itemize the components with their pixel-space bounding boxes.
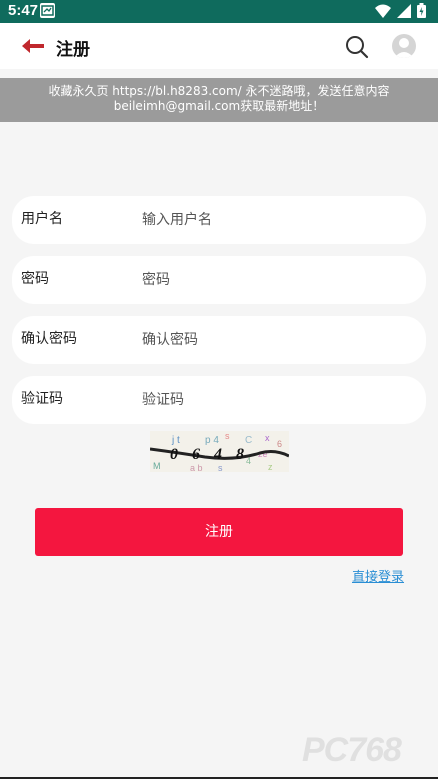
password-label: 密码	[21, 271, 49, 287]
login-link[interactable]: 直接登录	[352, 566, 404, 585]
svg-text:a b: a b	[190, 463, 203, 472]
app-notification-icon	[40, 3, 55, 18]
password-field: 密码	[12, 256, 426, 304]
watermark-logo: PC768	[302, 731, 402, 769]
app-bar: 注册	[0, 23, 438, 69]
search-icon[interactable]	[345, 35, 369, 59]
confirm-password-field: 确认密码	[12, 316, 426, 364]
svg-text:x: x	[265, 433, 270, 443]
svg-text:z: z	[268, 462, 273, 472]
svg-text:6: 6	[277, 439, 282, 449]
password-input[interactable]	[142, 268, 402, 292]
status-icons	[375, 3, 426, 18]
back-arrow-icon[interactable]	[20, 35, 46, 57]
svg-text:s: s	[218, 463, 223, 472]
svg-text:p 4: p 4	[205, 435, 219, 446]
captcha-label: 验证码	[21, 391, 63, 407]
svg-text:M: M	[153, 461, 161, 471]
wifi-icon	[375, 4, 391, 18]
captcha-input[interactable]	[142, 388, 402, 412]
signal-icon	[397, 3, 411, 18]
page-title: 注册	[56, 40, 90, 60]
avatar[interactable]	[392, 34, 416, 58]
confirm-password-label: 确认密码	[21, 331, 77, 347]
notice-line-2: beileimh@gmail.com获取最新地址！	[113, 99, 325, 113]
svg-text:s: s	[225, 431, 230, 441]
battery-icon	[417, 3, 426, 18]
captcha-field: 验证码	[12, 376, 426, 424]
svg-text:j t: j t	[171, 435, 180, 446]
notice-line-1: 收藏永久页 https://bl.h8283.com/ 永不迷路哦，发送任意内容	[48, 84, 390, 98]
avatar-icon	[394, 38, 414, 58]
username-field: 用户名	[12, 196, 426, 244]
register-button[interactable]: 注册	[35, 508, 403, 556]
username-input[interactable]	[142, 208, 402, 232]
captcha-text: 0648	[170, 446, 258, 463]
notice-banner: 收藏永久页 https://bl.h8283.com/ 永不迷路哦，发送任意内容…	[0, 78, 438, 122]
username-label: 用户名	[21, 211, 63, 227]
confirm-password-input[interactable]	[142, 328, 402, 352]
captcha-image[interactable]: j t p 4 s C x 6 M a b s z 4 ze 0648	[150, 431, 289, 472]
status-time: 5:47	[8, 2, 39, 19]
status-bar: 5:47	[0, 0, 438, 23]
svg-text:C: C	[245, 435, 252, 446]
